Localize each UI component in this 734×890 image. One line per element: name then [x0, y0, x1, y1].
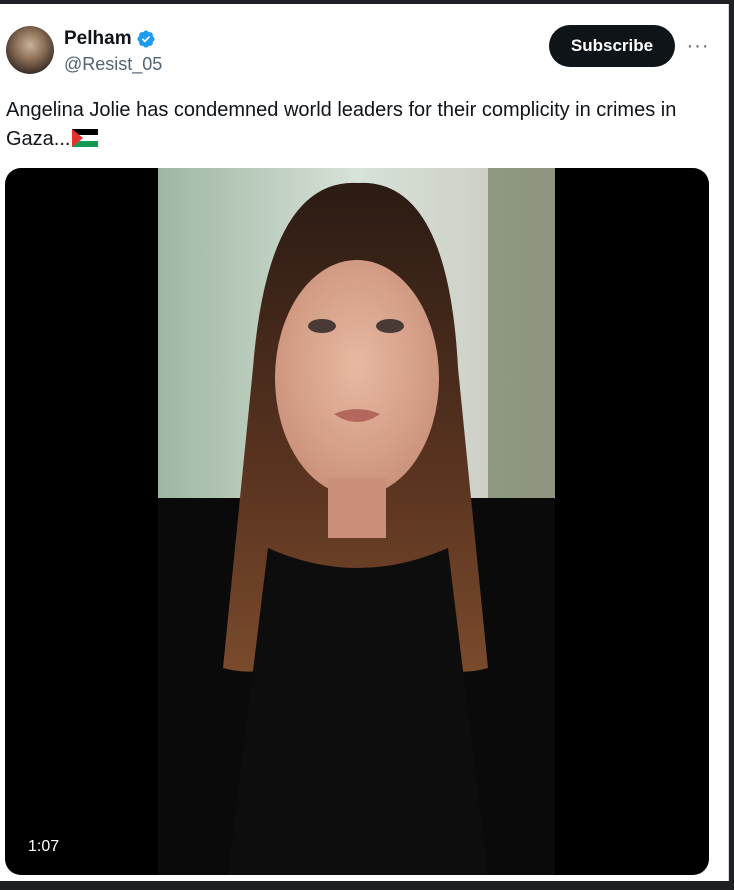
tweet-text-body: Angelina Jolie has condemned world leade…	[6, 99, 677, 150]
more-options-icon[interactable]: ···	[684, 32, 712, 60]
avatar[interactable]	[6, 26, 54, 74]
author-handle[interactable]: @Resist_05	[64, 54, 162, 75]
author-name[interactable]: Pelham	[64, 28, 132, 50]
video-frame	[158, 168, 555, 875]
verified-badge-icon	[137, 30, 155, 48]
video-player[interactable]: 1:07	[5, 168, 709, 875]
video-duration: 1:07	[28, 838, 60, 855]
author-row: Pelham	[64, 28, 156, 50]
tweet-card: Pelham @Resist_05 Subscribe ··· Angelina…	[0, 4, 729, 881]
tweet-text: Angelina Jolie has condemned world leade…	[6, 96, 686, 154]
subscribe-button[interactable]: Subscribe	[549, 25, 675, 67]
palestine-flag-icon	[72, 129, 99, 147]
